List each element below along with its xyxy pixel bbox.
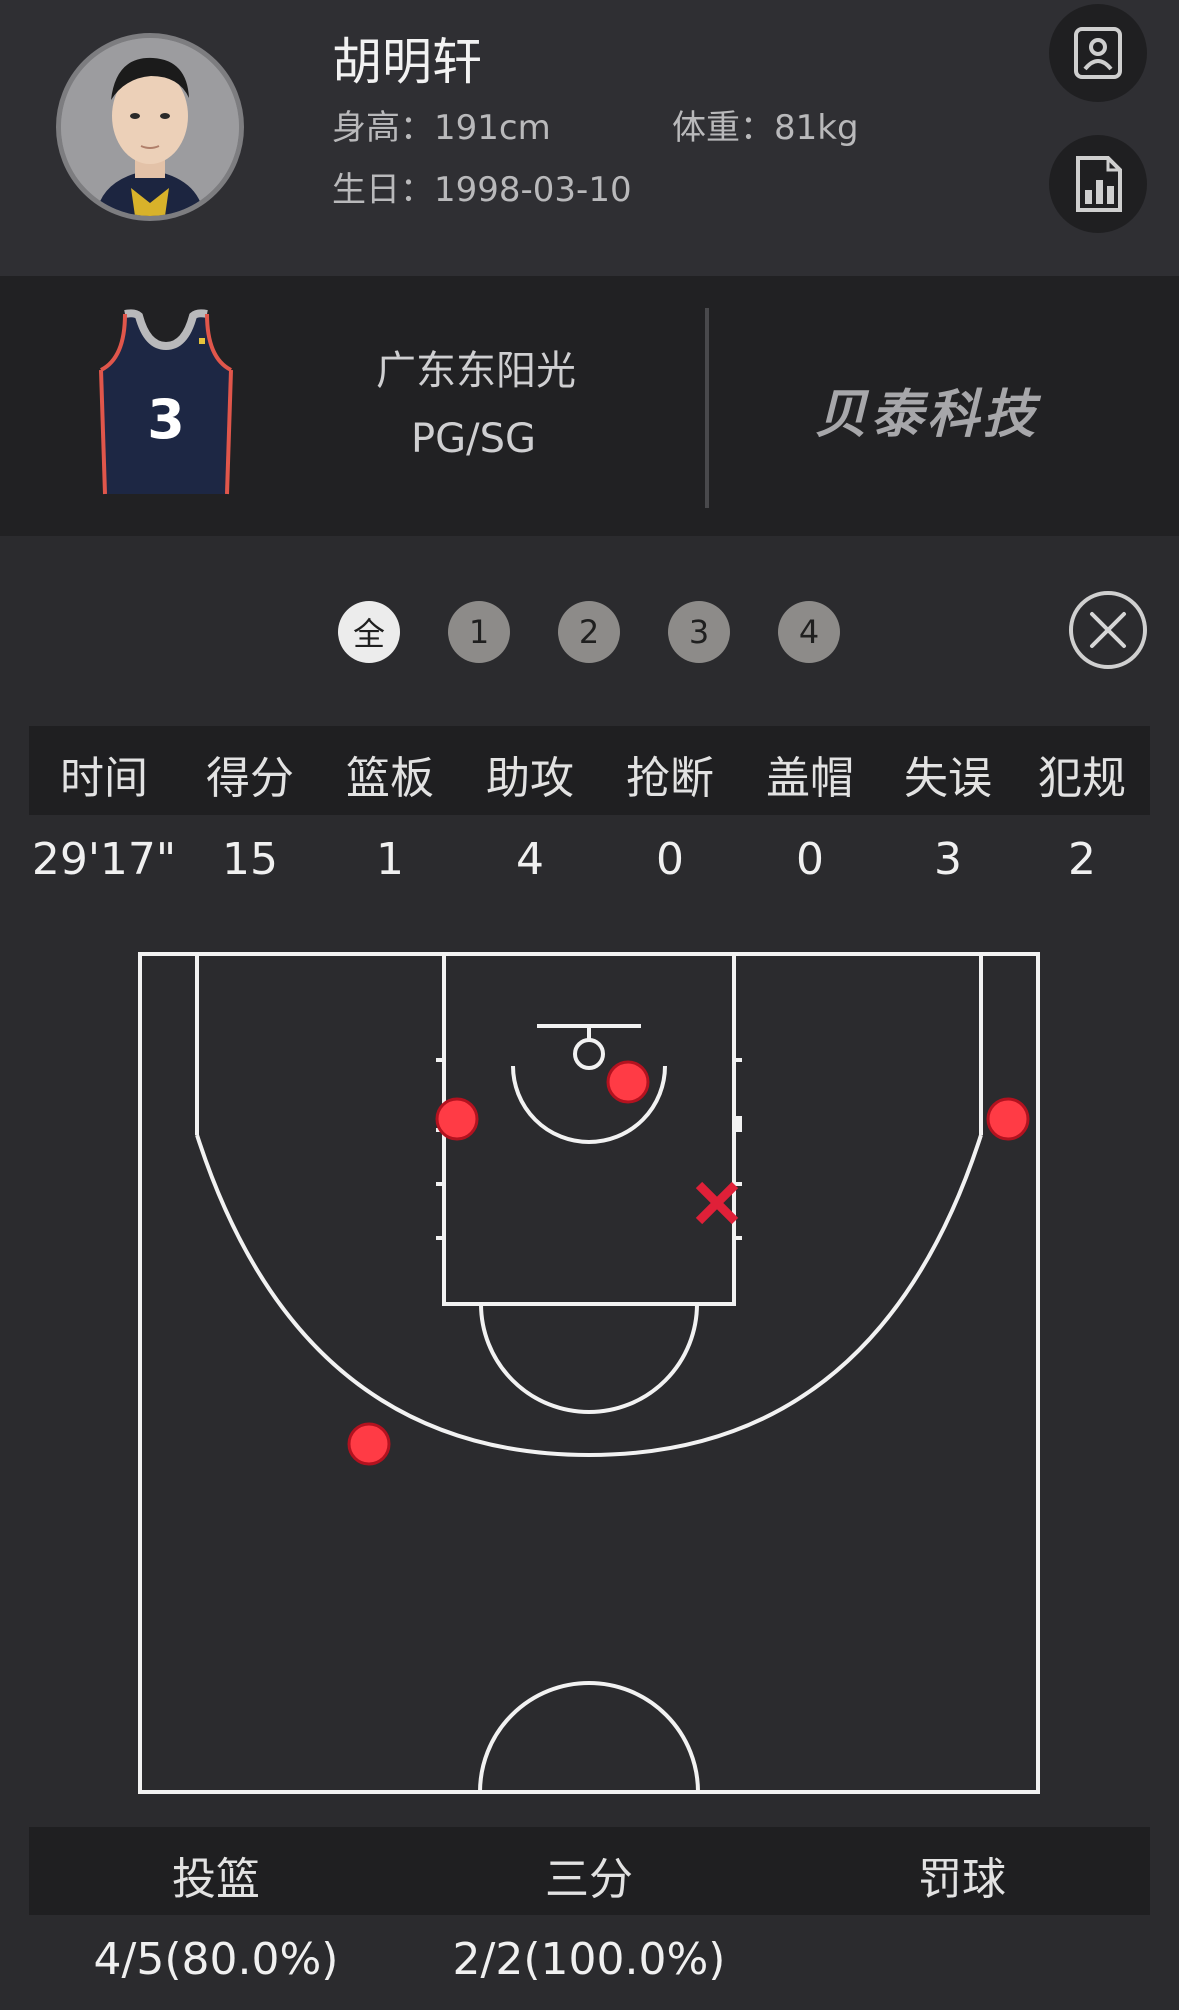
paint xyxy=(442,952,736,1306)
three-point-arc xyxy=(195,1134,983,1458)
made-shot-marker xyxy=(435,1097,479,1141)
shot-chart-court xyxy=(138,952,1040,1794)
center-circle xyxy=(478,1681,700,1793)
made-shot-marker xyxy=(347,1422,391,1466)
court-boundary xyxy=(138,952,1040,1794)
rim xyxy=(573,1038,605,1070)
shooting-value-3pt: 2/2(100.0%) xyxy=(452,1934,726,1985)
shooting-value-fg: 4/5(80.0%) xyxy=(93,1934,339,1985)
shooting-header-3pt: 三分 xyxy=(545,1854,633,1905)
free-throw-circle xyxy=(479,1303,699,1414)
shooting-header-fg: 投篮 xyxy=(172,1854,260,1905)
made-shot-marker xyxy=(986,1097,1030,1141)
shooting-header-ft: 罚球 xyxy=(918,1854,1006,1905)
made-shot-marker xyxy=(606,1060,650,1104)
missed-shot-marker xyxy=(695,1181,739,1225)
